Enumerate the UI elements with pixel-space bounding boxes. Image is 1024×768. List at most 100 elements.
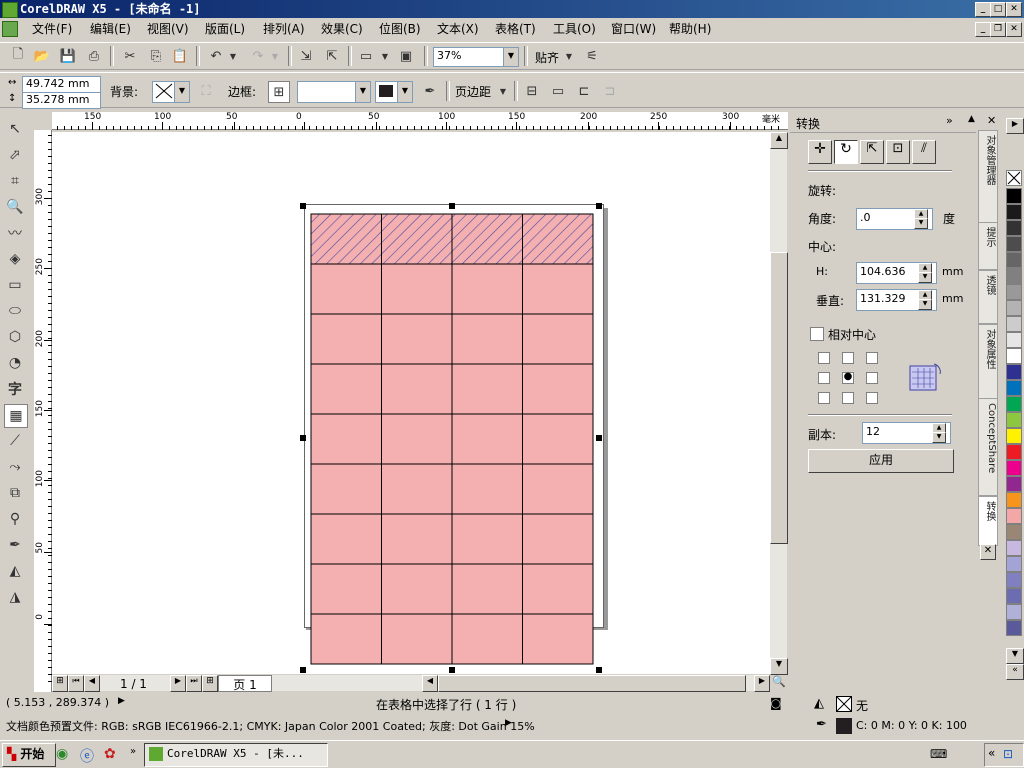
- connector-tool-icon[interactable]: ⤳: [4, 456, 26, 478]
- color-swatch[interactable]: [1006, 348, 1022, 364]
- crop-tool-icon[interactable]: ⌗: [4, 170, 26, 192]
- anchor-bottom-center[interactable]: [842, 392, 854, 404]
- docker-tab-object-manager[interactable]: 对象管理器: [978, 130, 998, 224]
- anchor-bottom-right[interactable]: [866, 392, 878, 404]
- close-button[interactable]: ✕: [1006, 2, 1022, 17]
- scroll-left-icon[interactable]: ◀: [422, 675, 438, 692]
- anchor-middle-left[interactable]: [818, 372, 830, 384]
- doc-minimize-button[interactable]: _: [975, 22, 991, 37]
- import-icon[interactable]: ⇲: [296, 46, 316, 66]
- network-icon[interactable]: ⊡: [1003, 747, 1013, 761]
- eyedropper-tool-icon[interactable]: ⚲: [4, 508, 26, 530]
- add-page-before-icon[interactable]: ⊞: [52, 675, 68, 692]
- menu-text[interactable]: 文本(X): [437, 21, 479, 37]
- menu-view[interactable]: 视图(V): [147, 21, 189, 37]
- docker-tab-hints[interactable]: 提示: [978, 222, 998, 270]
- start-button[interactable]: ▚ 开始: [2, 743, 56, 767]
- smart-fill-icon[interactable]: ◈: [4, 248, 26, 270]
- table-cell[interactable]: [310, 313, 382, 365]
- scale-tab-icon[interactable]: ⇱: [860, 140, 884, 164]
- table-cell[interactable]: [381, 463, 453, 515]
- chevron-down-icon[interactable]: ▼: [174, 82, 189, 102]
- table-cell[interactable]: [522, 363, 594, 415]
- keyboard-icon[interactable]: ⌨: [930, 747, 947, 761]
- drawing-canvas[interactable]: [52, 132, 770, 674]
- first-page-icon[interactable]: ⏮: [68, 675, 84, 692]
- color-swatch[interactable]: [1006, 268, 1022, 284]
- launcher-dropdown-icon[interactable]: ▼: [380, 46, 390, 66]
- color-swatch[interactable]: [1006, 492, 1022, 508]
- spin-down-icon[interactable]: ▼: [932, 432, 946, 443]
- color-swatch[interactable]: [1006, 588, 1022, 604]
- table-cell[interactable]: [381, 263, 453, 315]
- color-swatch[interactable]: [1006, 412, 1022, 428]
- menu-help[interactable]: 帮助(H): [669, 21, 711, 37]
- selected-table-cell[interactable]: [522, 213, 594, 265]
- redo-icon[interactable]: ↷: [248, 46, 268, 66]
- selection-handle[interactable]: [300, 435, 306, 441]
- color-swatch[interactable]: [1006, 316, 1022, 332]
- fill-options-icon[interactable]: ⛶: [196, 81, 216, 101]
- table-cell[interactable]: [451, 413, 523, 465]
- table-cell[interactable]: [451, 263, 523, 315]
- pick-tool-icon[interactable]: ↖: [4, 118, 26, 140]
- save-icon[interactable]: 💾: [58, 46, 78, 66]
- scroll-down-icon[interactable]: ▼: [770, 658, 788, 675]
- table-cell[interactable]: [451, 563, 523, 615]
- table-cell[interactable]: [381, 513, 453, 565]
- color-swatch[interactable]: [1006, 444, 1022, 460]
- cut-icon[interactable]: ✂: [120, 46, 140, 66]
- table-cell[interactable]: [310, 363, 382, 415]
- color-swatch[interactable]: [1006, 220, 1022, 236]
- menu-arrange[interactable]: 排列(A): [263, 21, 305, 37]
- freehand-tool-icon[interactable]: 〰: [4, 222, 26, 244]
- text-tool-icon[interactable]: 字: [4, 378, 26, 400]
- rectangle-tool-icon[interactable]: ▭: [4, 274, 26, 296]
- redo-dropdown-icon[interactable]: ▼: [270, 46, 280, 66]
- paste-icon[interactable]: 📋: [170, 46, 190, 66]
- application-launcher-icon[interactable]: ▭: [356, 46, 376, 66]
- table-cell[interactable]: [310, 463, 382, 515]
- selection-handle[interactable]: [300, 667, 306, 673]
- color-swatch[interactable]: [1006, 460, 1022, 476]
- doc-close-button[interactable]: ✕: [1006, 22, 1022, 37]
- ellipse-tool-icon[interactable]: ⬭: [4, 300, 26, 322]
- table-cell[interactable]: [522, 613, 594, 665]
- color-swatch[interactable]: [1006, 204, 1022, 220]
- welcome-screen-icon[interactable]: ▣: [396, 46, 416, 66]
- menu-bitmaps[interactable]: 位图(B): [379, 21, 421, 37]
- color-swatch[interactable]: [1006, 380, 1022, 396]
- undo-dropdown-icon[interactable]: ▼: [228, 46, 238, 66]
- outline-indicator-icon[interactable]: ✒: [816, 717, 827, 732]
- scroll-right-icon[interactable]: ▶: [754, 675, 770, 692]
- align-table-icon[interactable]: ⊟: [522, 81, 542, 101]
- color-swatch[interactable]: [1006, 556, 1022, 572]
- selected-table-cell[interactable]: [451, 213, 523, 265]
- table-cell[interactable]: [522, 413, 594, 465]
- blend-tool-icon[interactable]: ⧉: [4, 482, 26, 504]
- table-cell[interactable]: [451, 363, 523, 415]
- page-tab[interactable]: 页 1: [218, 675, 272, 692]
- expand-status-icon[interactable]: ▶: [118, 696, 125, 706]
- border-grid-icon[interactable]: ⊞: [268, 81, 290, 103]
- color-swatch[interactable]: [1006, 236, 1022, 252]
- zoom-combo[interactable]: 37% ▼: [433, 47, 519, 67]
- outline-tool-icon[interactable]: ✒: [4, 534, 26, 556]
- snapshot-icon[interactable]: ◙: [770, 696, 782, 710]
- color-swatch[interactable]: [1006, 620, 1022, 636]
- table-cell[interactable]: [522, 463, 594, 515]
- anchor-top-center[interactable]: [842, 352, 854, 364]
- chevron-down-icon[interactable]: ▼: [397, 82, 412, 102]
- interactive-fill-icon[interactable]: ◮: [4, 586, 26, 608]
- tray-expand-icon[interactable]: «: [988, 746, 995, 760]
- skew-tab-icon[interactable]: ⫽: [912, 140, 936, 164]
- anchor-center[interactable]: ●: [842, 372, 854, 384]
- spin-down-icon[interactable]: ▼: [918, 299, 932, 310]
- rotate-tab-icon[interactable]: ↻: [834, 140, 858, 164]
- color-swatch[interactable]: [1006, 428, 1022, 444]
- chevron-down-icon[interactable]: ▼: [503, 48, 518, 66]
- width-input[interactable]: 49.742 mm: [22, 76, 101, 93]
- apply-button[interactable]: 应用: [808, 449, 954, 473]
- color-swatch[interactable]: [1006, 284, 1022, 300]
- table-cell[interactable]: [310, 513, 382, 565]
